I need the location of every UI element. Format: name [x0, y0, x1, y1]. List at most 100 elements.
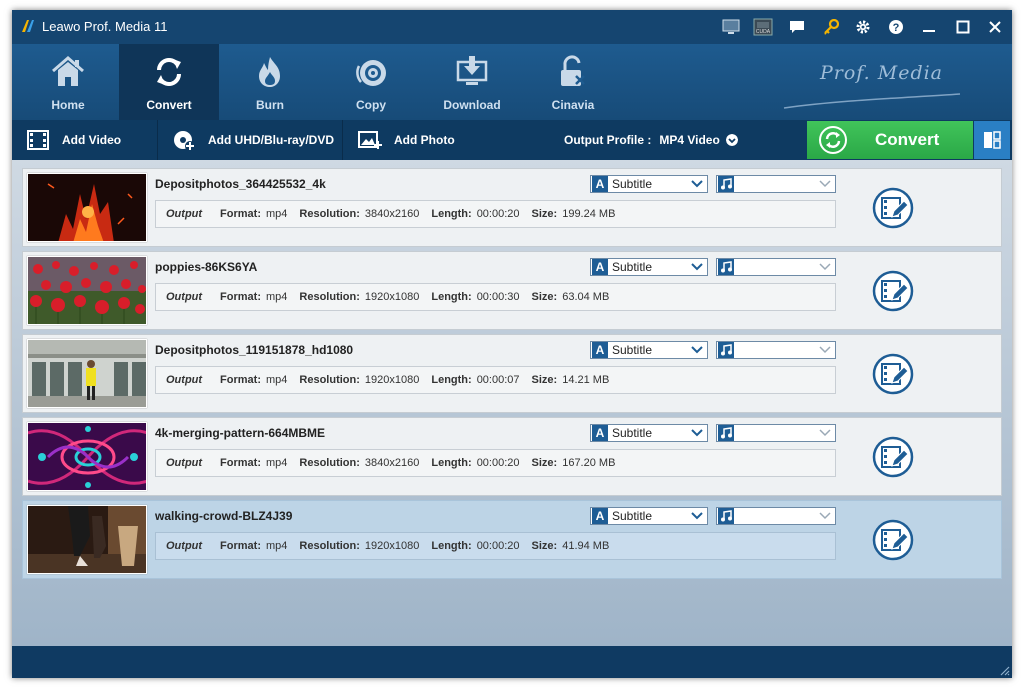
file-row[interactable]: 4k-merging-pattern-664MBME A Subtitle Ou…: [22, 417, 1002, 496]
chat-icon[interactable]: [786, 16, 808, 38]
edit-video-icon[interactable]: [872, 187, 914, 229]
output-info: Output Format: mp4 Resolution: 1920x1080 L…: [155, 283, 836, 311]
output-info: Output Format: mp4 Resolution: 3840x2160 L…: [155, 449, 836, 477]
nav-cinavia-label: Cinavia: [551, 98, 595, 112]
format-value: mp4: [266, 540, 288, 552]
format-key: Format:: [220, 457, 261, 469]
add-video-label: Add Video: [62, 133, 122, 147]
audio-dropdown[interactable]: [716, 507, 836, 525]
output-label: Output: [166, 208, 203, 220]
audio-dropdown[interactable]: [716, 341, 836, 359]
nav-home[interactable]: Home: [18, 44, 118, 120]
edit-video-icon[interactable]: [872, 270, 914, 312]
audio-dropdown[interactable]: [716, 175, 836, 193]
disc-add-icon: [174, 131, 195, 151]
video-thumbnail: [27, 422, 147, 491]
brand-swoosh: [783, 93, 961, 109]
add-disc-label: Add UHD/Blu-ray/DVD: [208, 133, 335, 147]
nav-cinavia[interactable]: Cinavia: [523, 44, 623, 120]
window-title: Leawo Prof. Media 11: [42, 19, 168, 34]
subtitle-dropdown[interactable]: A Subtitle: [590, 424, 708, 442]
resolution-value: 3840x2160: [364, 208, 420, 220]
gear-icon[interactable]: [852, 16, 874, 38]
resolution-value: 1920x1080: [364, 540, 420, 552]
chevron-down-icon: [819, 263, 831, 271]
edit-video-icon[interactable]: [872, 519, 914, 561]
main-nav: Home Convert Burn Copy Download Cinavia …: [12, 44, 1012, 120]
output-info: Output Format: mp4 Resolution: 1920x1080 L…: [155, 532, 836, 560]
file-name: Depositphotos_364425532_4k: [155, 177, 326, 191]
app-window: Leawo Prof. Media 11 CUDA ? Home Convert…: [12, 10, 1012, 678]
audio-dropdown[interactable]: [716, 424, 836, 442]
subtitle-label: Subtitle: [612, 509, 653, 523]
length-key: Length:: [431, 374, 472, 386]
layout-toggle-button[interactable]: [974, 121, 1010, 159]
status-bar: [12, 646, 1012, 678]
nav-copy[interactable]: Copy: [321, 44, 421, 120]
size-value: 14.21 MB: [562, 374, 610, 386]
format-key: Format:: [220, 208, 261, 220]
output-label: Output: [166, 374, 203, 386]
svg-text:CUDA: CUDA: [756, 29, 771, 35]
file-row[interactable]: poppies-86KS6YA A Subtitle Output Format…: [22, 251, 1002, 330]
format-value: mp4: [266, 291, 288, 303]
length-value: 00:00:20: [476, 208, 520, 220]
help-icon[interactable]: ?: [885, 16, 907, 38]
subtitle-label: Subtitle: [612, 426, 653, 440]
nav-burn[interactable]: Burn: [220, 44, 320, 120]
subtitle-dropdown[interactable]: A Subtitle: [590, 341, 708, 359]
subtitle-dropdown[interactable]: A Subtitle: [590, 507, 708, 525]
resize-grip-icon[interactable]: [998, 664, 1010, 676]
subtitle-dropdown[interactable]: A Subtitle: [590, 258, 708, 276]
resolution-key: Resolution:: [299, 540, 360, 552]
file-row-selected[interactable]: walking-crowd-BLZ4J39 A Subtitle Output …: [22, 500, 1002, 579]
resolution-key: Resolution:: [299, 374, 360, 386]
size-key: Size:: [531, 540, 558, 552]
edit-video-icon[interactable]: [872, 436, 914, 478]
format-key: Format:: [220, 291, 261, 303]
nav-download[interactable]: Download: [422, 44, 522, 120]
size-value: 167.20 MB: [562, 457, 616, 469]
minimize-icon[interactable]: [918, 16, 940, 38]
format-key: Format:: [220, 374, 261, 386]
output-profile-selector[interactable]: Output Profile : MP4 Video: [564, 120, 738, 160]
size-key: Size:: [531, 291, 558, 303]
nav-home-label: Home: [51, 98, 85, 112]
cuda-icon[interactable]: CUDA: [752, 16, 774, 38]
subtitle-icon: A: [592, 425, 608, 441]
nav-convert[interactable]: Convert: [119, 44, 219, 120]
output-info: Output Format: mp4 Resolution: 3840x2160 L…: [155, 200, 836, 228]
format-value: mp4: [266, 374, 288, 386]
home-icon: [52, 56, 84, 86]
file-row[interactable]: Depositphotos_364425532_4k A Subtitle Ou…: [22, 168, 1002, 247]
add-video-button[interactable]: Add Video: [26, 120, 121, 160]
music-icon: [718, 259, 734, 275]
music-icon: [718, 176, 734, 192]
add-disc-button[interactable]: Add UHD/Blu-ray/DVD: [172, 120, 334, 160]
close-icon[interactable]: [984, 16, 1006, 38]
subtitle-dropdown[interactable]: A Subtitle: [590, 175, 708, 193]
file-name: walking-crowd-BLZ4J39: [155, 509, 293, 523]
video-thumbnail: [27, 339, 147, 408]
length-key: Length:: [431, 457, 472, 469]
length-key: Length:: [431, 540, 472, 552]
app-logo-icon: [22, 20, 34, 32]
add-photo-button[interactable]: Add Photo: [358, 120, 455, 160]
convert-button[interactable]: Convert: [807, 121, 973, 159]
toolbar-divider: [157, 120, 158, 160]
output-label: Output: [166, 291, 203, 303]
maximize-icon[interactable]: [952, 16, 974, 38]
key-icon[interactable]: [820, 16, 842, 38]
monitor-icon[interactable]: [720, 16, 742, 38]
layout-icon: [984, 131, 1001, 149]
audio-dropdown[interactable]: [716, 258, 836, 276]
file-list: Depositphotos_364425532_4k A Subtitle Ou…: [12, 160, 1012, 646]
resolution-key: Resolution:: [299, 291, 360, 303]
chevron-down-icon: [819, 512, 831, 520]
edit-video-icon[interactable]: [872, 353, 914, 395]
length-value: 00:00:30: [476, 291, 520, 303]
size-value: 41.94 MB: [562, 540, 610, 552]
file-row[interactable]: Depositphotos_119151878_hd1080 A Subtitl…: [22, 334, 1002, 413]
subtitle-label: Subtitle: [612, 260, 653, 274]
subtitle-label: Subtitle: [612, 177, 653, 191]
